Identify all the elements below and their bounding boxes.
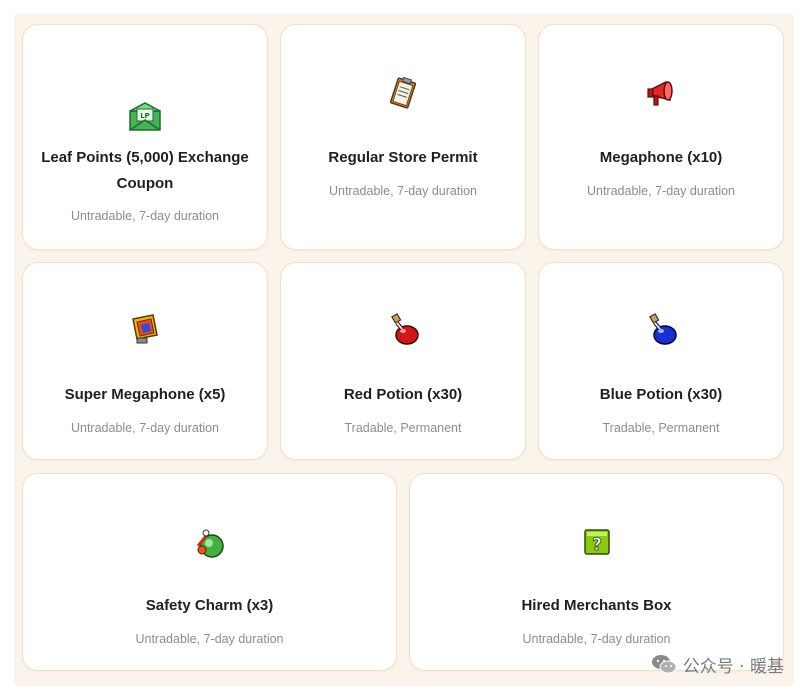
item-subtitle: Tradable, Permanent <box>344 421 462 435</box>
item-title: Blue Potion (x30) <box>599 386 723 403</box>
item-subtitle: Untradable, 7-day duration <box>522 632 671 646</box>
item-card-safety-charm[interactable]: Safety Charm (x3) Untradable, 7-day dura… <box>22 473 397 671</box>
item-card-megaphone[interactable]: Megaphone (x10) Untradable, 7-day durati… <box>538 24 784 250</box>
watermark: 公众号 · 暖基 <box>651 652 784 677</box>
item-subtitle: Untradable, 7-day duration <box>70 421 219 435</box>
item-title: Hired Merchants Box <box>521 597 672 614</box>
item-title: Leaf Points (5,000) Exchange Coupon <box>41 149 249 192</box>
svg-text:LP: LP <box>140 112 150 120</box>
item-title: Super Megaphone (x5) <box>64 386 226 403</box>
leaf-points-coupon-icon: LP <box>127 99 163 135</box>
blue-potion-icon <box>643 311 679 347</box>
item-subtitle: Untradable, 7-day duration <box>328 184 477 198</box>
item-card-hired-merchants-box[interactable]: ? Hired Merchants Box Untradable, 7-day … <box>409 473 784 671</box>
item-subtitle: Untradable, 7-day duration <box>586 184 735 198</box>
super-megaphone-icon <box>127 311 163 347</box>
item-card-super-megaphone[interactable]: Super Megaphone (x5) Untradable, 7-day d… <box>22 262 268 460</box>
item-subtitle: Tradable, Permanent <box>602 421 720 435</box>
item-title: Safety Charm (x3) <box>145 597 274 614</box>
item-subtitle: Untradable, 7-day duration <box>70 209 219 223</box>
red-potion-icon <box>385 311 421 347</box>
item-title: Megaphone (x10) <box>599 149 723 166</box>
watermark-text: 公众号 · 暖基 <box>682 656 784 677</box>
hired-merchants-box-icon: ? <box>579 524 615 560</box>
item-title: Red Potion (x30) <box>343 386 463 403</box>
megaphone-icon <box>643 75 679 111</box>
svg-text:?: ? <box>592 535 602 555</box>
item-subtitle: Untradable, 7-day duration <box>135 632 284 646</box>
safety-charm-icon <box>192 524 228 560</box>
item-card-blue-potion[interactable]: Blue Potion (x30) Tradable, Permanent <box>538 262 784 460</box>
item-title: Regular Store Permit <box>328 149 478 166</box>
wechat-icon <box>651 655 677 674</box>
store-permit-icon <box>385 75 421 111</box>
item-card-red-potion[interactable]: Red Potion (x30) Tradable, Permanent <box>280 262 526 460</box>
item-card-store-permit[interactable]: Regular Store Permit Untradable, 7-day d… <box>280 24 526 250</box>
item-card-leaf-points[interactable]: LP Leaf Points (5,000) Exchange Coupon U… <box>22 24 268 250</box>
